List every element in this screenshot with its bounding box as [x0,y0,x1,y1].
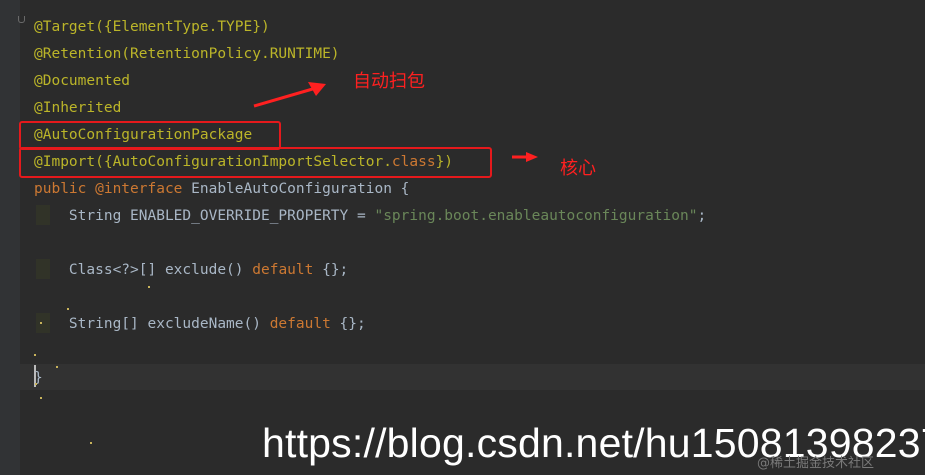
code-token: @Inherited [34,100,122,116]
code-token: default [252,262,323,278]
code-line[interactable]: @Target({ElementType.TYPE}) [34,14,706,41]
dot-marker [67,308,69,310]
code-line[interactable]: public @interface EnableAutoConfiguratio… [34,176,706,203]
code-token: EnableAutoConfiguration { [191,181,410,197]
code-token: default [269,316,340,332]
code-token: String[] excludeName() [34,316,270,332]
code-line[interactable] [34,284,706,311]
code-line[interactable]: Class<?>[] exclude() default {}; [34,257,706,284]
editor-gutter [0,0,20,475]
dot-marker [35,383,37,385]
code-token: String ENABLED_OVERRIDE_PROPERTY = [34,208,375,224]
note-core: 核心 [560,158,596,179]
dot-marker [34,354,36,356]
note-auto-scan: 自动扫包 [353,71,425,92]
fold-icon[interactable] [18,16,25,23]
code-token: ; [697,208,707,224]
code-token: public [34,181,96,197]
highlight-box-import [19,147,492,178]
arrow-icon [253,82,326,108]
code-token: @Target({ElementType.TYPE}) [34,19,270,35]
code-line[interactable] [34,338,706,365]
code-line[interactable]: @Inherited [34,95,706,122]
code-token: @interface [95,181,192,197]
code-token: @Retention(RetentionPolicy.RUNTIME) [34,46,340,62]
code-token: {}; [322,262,349,278]
arrow-icon [512,152,538,162]
code-token: {}; [339,316,366,332]
code-line[interactable]: String[] excludeName() default {}; [34,311,706,338]
dot-marker [56,366,58,368]
dot-marker [40,322,42,324]
juejin-watermark: @稀土掘金技术社区 [757,456,875,471]
dot-marker [148,286,150,288]
code-token: "spring.boot.enableautoconfiguration" [374,208,698,224]
highlight-box-autoconfigurationpackage [19,121,281,150]
code-line[interactable]: } [34,365,706,392]
code-line[interactable]: @Retention(RetentionPolicy.RUNTIME) [34,41,706,68]
code-token: Class<?>[] exclude() [34,262,253,278]
dot-marker [40,397,42,399]
dot-marker [90,442,92,444]
code-line[interactable] [34,230,706,257]
code-line[interactable]: String ENABLED_OVERRIDE_PROPERTY = "spri… [34,203,706,230]
code-token: @Documented [34,73,131,89]
